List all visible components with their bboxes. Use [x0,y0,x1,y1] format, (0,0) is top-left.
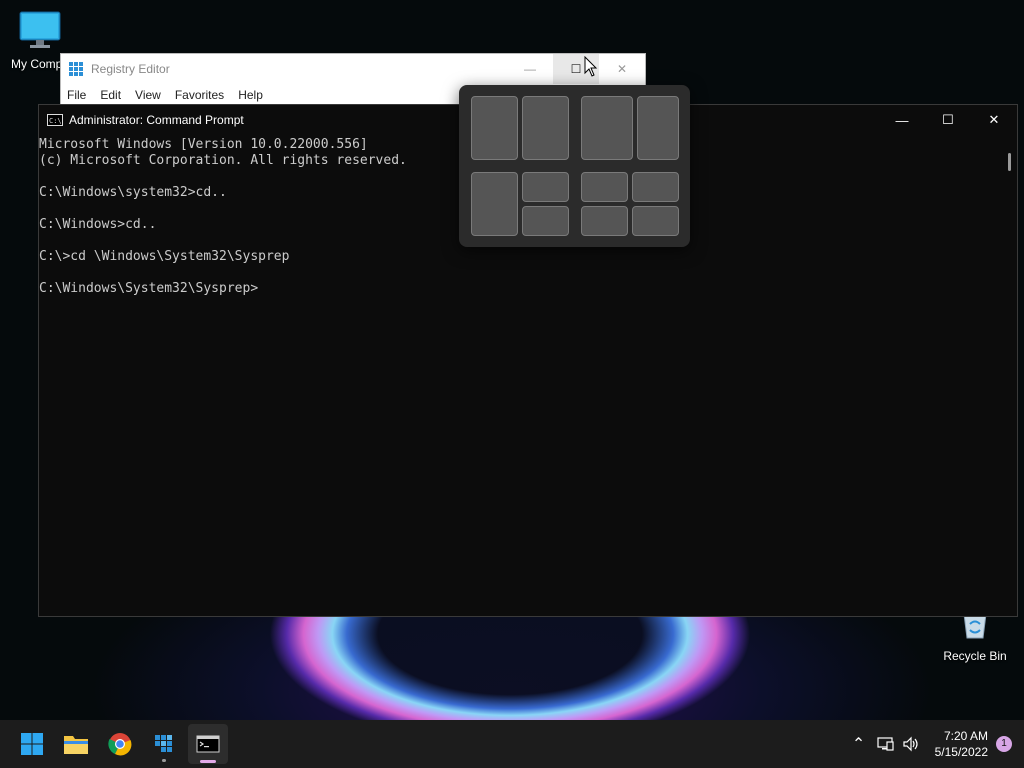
maximize-icon: ☐ [942,112,954,127]
desktop-icon-label: Recycle Bin [943,649,1007,663]
clock[interactable]: 7:20 AM 5/15/2022 [935,728,988,760]
close-icon: ✕ [988,112,1000,127]
active-indicator [200,760,216,763]
taskbar-command-prompt[interactable] [188,724,228,764]
taskbar-registry-editor[interactable] [144,724,184,764]
snap-zone-right-half[interactable] [522,96,569,160]
desktop: My Compu Recycle Bin Registry Editor — ☐… [0,0,1024,768]
close-button[interactable]: ✕ [971,105,1017,135]
taskbar-file-explorer[interactable] [56,724,96,764]
menu-edit[interactable]: Edit [100,88,121,102]
menu-view[interactable]: View [135,88,161,102]
snap-layouts-flyout [459,85,690,247]
clock-time: 7:20 AM [943,729,988,743]
snap-zone-left-full[interactable] [471,172,518,236]
scrollbar-thumb[interactable] [1008,153,1011,171]
snap-layout-wide-narrow [581,96,679,160]
close-icon: ✕ [616,62,628,76]
running-indicator [162,759,166,762]
snap-zone-top-right[interactable] [632,172,679,202]
snap-zone-top-right[interactable] [522,172,569,202]
window-title: Registry Editor [91,62,170,76]
snap-zone-top-left[interactable] [581,172,628,202]
speaker-icon [903,736,918,752]
show-hidden-icons-button[interactable]: ⌃ [847,734,871,754]
snap-zone-bottom-right[interactable] [522,206,569,236]
maximize-icon: ☐ [570,62,582,76]
folder-icon [64,736,88,754]
chrome-icon [108,733,132,756]
snap-layout-quadrants [581,172,679,236]
registry-editor-icon [69,62,83,76]
notification-badge[interactable]: 1 [996,736,1012,752]
windows-logo-icon [21,733,43,755]
command-prompt-icon [196,735,220,753]
command-prompt-icon: C:\ [47,114,63,126]
start-button[interactable] [12,724,52,764]
network-button[interactable] [873,736,897,752]
minimize-icon: — [895,112,909,128]
minimize-button[interactable]: — [879,105,925,135]
taskbar-chrome[interactable] [100,724,140,764]
minimize-button[interactable]: — [507,54,553,84]
maximize-button[interactable]: ☐ [925,105,971,135]
close-button[interactable]: ✕ [599,54,645,84]
console-prompt[interactable]: C:\Windows\System32\Sysprep> [39,281,1017,297]
snap-layout-left-plus-two [471,172,569,236]
system-tray: ⌃ 7:20 AM 5/15/2022 1 [847,720,1024,768]
menu-favorites[interactable]: Favorites [175,88,224,102]
vertical-scrollbar[interactable] [1000,135,1017,616]
network-icon [877,737,894,751]
snap-zone-bottom-left[interactable] [581,206,628,236]
mouse-cursor-icon [584,56,598,77]
clock-date: 5/15/2022 [934,745,988,759]
volume-button[interactable] [899,736,923,752]
registry-editor-titlebar[interactable]: Registry Editor — ☐ ✕ [61,54,645,84]
chevron-up-icon: ⌃ [851,736,866,753]
menu-file[interactable]: File [67,88,86,102]
minimize-icon: — [524,62,536,76]
console-line: C:\>cd \Windows\System32\Sysprep [39,249,290,264]
snap-layout-two-columns [471,96,569,160]
snap-zone-bottom-right[interactable] [632,206,679,236]
registry-editor-icon [155,735,172,752]
monitor-icon [19,11,61,48]
window-title: Administrator: Command Prompt [69,113,244,127]
snap-zone-right-narrow[interactable] [637,96,679,160]
menu-help[interactable]: Help [238,88,263,102]
taskbar: ⌃ 7:20 AM 5/15/2022 1 [0,720,1024,768]
snap-zone-left-wide[interactable] [581,96,633,160]
snap-zone-left-half[interactable] [471,96,518,160]
